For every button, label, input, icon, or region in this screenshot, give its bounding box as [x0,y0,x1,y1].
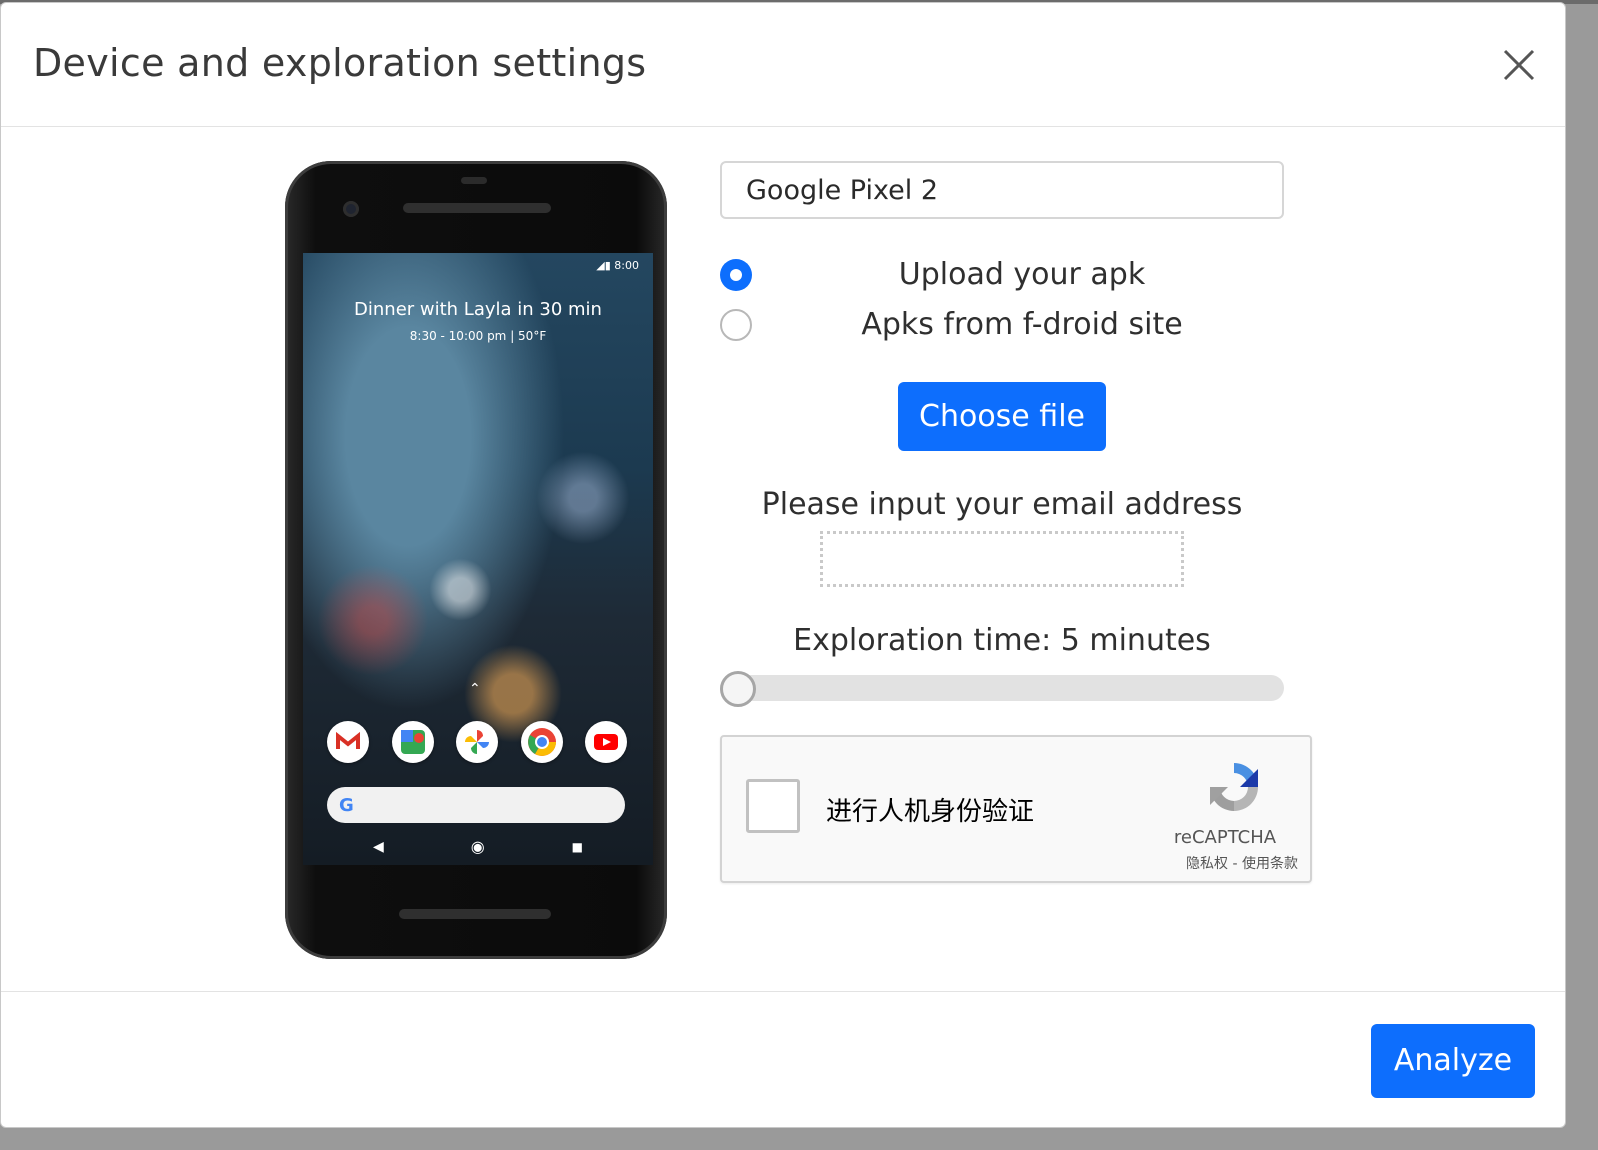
back-icon: ◀ [373,838,384,855]
status-time: 8:00 [614,259,639,272]
settings-modal: Device and exploration settings ◢▮ 8:00 … [0,2,1566,1128]
phone-earpiece [403,203,551,213]
phone-bottom-speaker [399,909,551,919]
phone-camera [343,201,359,217]
app-drawer-caret-icon: ⌃ [469,681,481,697]
google-icon: G [339,795,354,816]
modal-footer: Analyze [1,991,1565,1127]
phone-search-bar: G [327,787,625,823]
home-icon: ◉ [470,837,485,856]
phone-nav-bar: ◀ ◉ ■ [373,837,583,856]
phone-screen: ◢▮ 8:00 Dinner with Layla in 30 min 8:30… [303,253,653,865]
close-button[interactable] [1495,41,1543,89]
radio-fdroid-label: Apks from f-droid site [861,307,1183,342]
modal-body: ◢▮ 8:00 Dinner with Layla in 30 min 8:30… [1,127,1565,991]
phone-sensor [461,177,487,184]
maps-icon [391,721,434,763]
youtube-icon [585,721,627,763]
gmail-icon [327,721,369,763]
close-icon [1503,49,1535,81]
modal-title: Device and exploration settings [33,41,647,85]
chrome-icon [520,721,563,763]
recaptcha-terms-link[interactable]: 隐私权 - 使用条款 [1122,853,1298,873]
signal-icon: ◢▮ [596,259,611,272]
modal-header: Device and exploration settings [1,3,1565,127]
radio-upload-apk-label: Upload your apk [898,257,1146,292]
email-label: Please input your email address [761,487,1243,522]
photos-icon [456,721,498,763]
recents-icon: ■ [571,839,583,854]
exploration-time-label: Exploration time: 5 minutes [793,623,1211,658]
recaptcha-brand: reCAPTCHA [1173,827,1277,848]
recaptcha-widget: 进行人机身份验证 reCAPTCHA 隐私权 - 使用条款 [720,735,1312,883]
phone-status-bar: ◢▮ 8:00 [596,259,639,272]
device-preview-image: ◢▮ 8:00 Dinner with Layla in 30 min 8:30… [285,161,667,959]
glance-subtitle: 8:30 - 10:00 pm | 50°F [409,329,547,343]
radio-fdroid[interactable]: Apks from f-droid site [720,305,1284,345]
radio-upload-apk-control[interactable] [720,259,752,291]
radio-fdroid-control[interactable] [720,309,752,341]
device-select[interactable]: Google Pixel 2 [720,161,1284,219]
analyze-button[interactable]: Analyze [1371,1024,1535,1098]
radio-upload-apk[interactable]: Upload your apk [720,255,1284,295]
exploration-time-slider-thumb[interactable] [720,671,756,707]
email-input[interactable] [820,531,1184,587]
recaptcha-logo-icon [1210,763,1258,811]
recaptcha-label: 进行人机身份验证 [826,797,1035,827]
glance-title: Dinner with Layla in 30 min [354,299,602,320]
recaptcha-checkbox[interactable] [746,779,800,833]
choose-file-button[interactable]: Choose file [898,382,1106,451]
app-dock [327,721,627,763]
exploration-time-slider-track[interactable] [720,675,1284,701]
